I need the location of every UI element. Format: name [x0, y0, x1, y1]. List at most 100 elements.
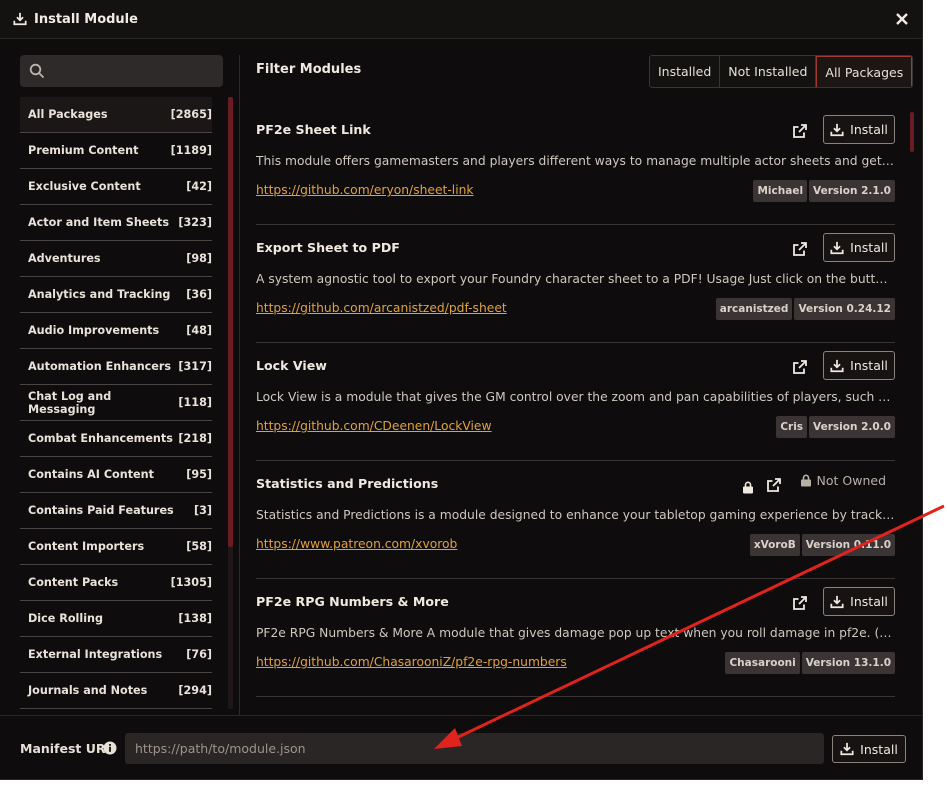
package-tags: Cris Version 2.0.0	[776, 416, 895, 438]
category-count: [2865]	[170, 108, 212, 121]
download-icon	[830, 241, 844, 254]
install-module-window: Install Module All Packages [2865] Premi…	[0, 0, 923, 780]
install-button[interactable]: Install	[823, 115, 895, 144]
author-tag: xVoroB	[749, 534, 800, 556]
package-description: Statistics and Predictions is a module d…	[256, 508, 895, 522]
author-tag: Michael	[753, 180, 808, 202]
package-item: Export Sheet to PDF Install A system agn…	[256, 225, 895, 343]
tab-installed[interactable]: Installed	[650, 56, 721, 87]
lock-icon	[743, 481, 753, 494]
version-tag: Version 13.1.0	[801, 652, 895, 674]
install-button[interactable]: Install	[823, 587, 895, 616]
category-label: Audio Improvements	[28, 324, 160, 337]
package-url[interactable]: https://github.com/arcanistzed/pdf-sheet	[256, 301, 507, 315]
package-url[interactable]: https://github.com/eryon/sheet-link	[256, 183, 474, 197]
category-count: [1189]	[170, 144, 212, 157]
category-dice-rolling[interactable]: Dice Rolling [138]	[20, 601, 212, 637]
external-link-icon[interactable]	[766, 477, 782, 493]
category-label: Contains AI Content	[28, 468, 154, 481]
download-icon	[840, 742, 854, 756]
category-count: [42]	[186, 180, 212, 193]
category-audio-improvements[interactable]: Audio Improvements [48]	[20, 313, 212, 349]
category-count: [36]	[186, 288, 212, 301]
category-content-importers[interactable]: Content Importers [58]	[20, 529, 212, 565]
lock-icon	[800, 474, 811, 487]
category-label: Journals and Notes	[28, 684, 148, 697]
close-icon[interactable]	[894, 11, 910, 27]
category-label: Content Packs	[28, 576, 119, 589]
manifest-url-input[interactable]	[125, 733, 824, 764]
category-count: [118]	[178, 396, 212, 409]
author-tag: Cris	[776, 416, 808, 438]
category-external-integrations[interactable]: External Integrations [76]	[20, 637, 212, 673]
download-icon	[13, 12, 27, 26]
version-tag: Version 0.11.0	[801, 534, 895, 556]
package-url[interactable]: https://github.com/CDeenen/LockView	[256, 419, 492, 433]
not-owned-label: Not Owned	[816, 473, 886, 488]
package-description: Lock View is a module that gives the GM …	[256, 390, 895, 404]
category-count: [95]	[186, 468, 212, 481]
category-actor-and-item-sheets[interactable]: Actor and Item Sheets [323]	[20, 205, 212, 241]
filter-title: Filter Modules	[256, 62, 362, 77]
category-count: [98]	[186, 252, 212, 265]
category-label: Contains Paid Features	[28, 504, 174, 517]
category-adventures[interactable]: Adventures [98]	[20, 241, 212, 277]
author-tag: Chasarooni	[725, 652, 800, 674]
category-journals-and-notes[interactable]: Journals and Notes [294]	[20, 673, 212, 709]
not-owned-badge: Not Owned	[800, 473, 886, 488]
category-all-packages[interactable]: All Packages [2865]	[20, 97, 212, 133]
install-button[interactable]: Install	[823, 233, 895, 262]
download-icon	[830, 359, 844, 372]
version-tag: Version 2.1.0	[809, 180, 895, 202]
scrollbar-thumb[interactable]	[910, 112, 914, 152]
main-scrollbar[interactable]	[910, 107, 914, 712]
category-exclusive-content[interactable]: Exclusive Content [42]	[20, 169, 212, 205]
install-label: Install	[850, 122, 888, 137]
category-label: Actor and Item Sheets	[28, 216, 170, 229]
divider	[239, 55, 240, 715]
category-contains-paid-features[interactable]: Contains Paid Features [3]	[20, 493, 212, 529]
category-count: [58]	[186, 540, 212, 553]
category-contains-ai-content[interactable]: Contains AI Content [95]	[20, 457, 212, 493]
version-tag: Version 2.0.0	[809, 416, 895, 438]
search-field[interactable]	[20, 55, 223, 87]
package-description: This module offers gamemasters and playe…	[256, 154, 895, 168]
package-tags: arcanistzed Version 0.24.12	[715, 298, 895, 320]
category-label: External Integrations	[28, 648, 163, 661]
category-label: Automation Enhancers	[28, 360, 172, 373]
category-chat-log-and-messaging[interactable]: Chat Log and Messaging [118]	[20, 385, 212, 421]
category-label: Chat Log and Messaging	[28, 389, 112, 416]
category-label: All Packages	[28, 108, 108, 121]
install-label: Install	[850, 358, 888, 373]
install-button[interactable]: Install	[823, 351, 895, 380]
sidebar-scrollbar[interactable]	[228, 97, 233, 709]
category-count: [48]	[186, 324, 212, 337]
scrollbar-thumb[interactable]	[228, 97, 233, 547]
search-input[interactable]	[52, 59, 216, 85]
external-link-icon[interactable]	[792, 123, 808, 139]
external-link-icon[interactable]	[792, 359, 808, 375]
package-name: PF2e Sheet Link	[256, 122, 371, 137]
package-url[interactable]: https://www.patreon.com/xvorob	[256, 537, 457, 551]
external-link-icon[interactable]	[792, 241, 808, 257]
category-premium-content[interactable]: Premium Content [1189]	[20, 133, 212, 169]
tab-all-packages[interactable]: All Packages	[816, 56, 913, 87]
category-automation-enhancers[interactable]: Automation Enhancers [317]	[20, 349, 212, 385]
window-title: Install Module	[34, 11, 138, 27]
info-icon[interactable]	[103, 741, 117, 755]
package-item: PF2e Sheet Link Install This module offe…	[256, 107, 895, 225]
category-label: Content Importers	[28, 540, 145, 553]
category-combat-enhancements[interactable]: Combat Enhancements [218]	[20, 421, 212, 457]
author-tag: arcanistzed	[715, 298, 793, 320]
package-tags: Chasarooni Version 13.1.0	[725, 652, 895, 674]
category-count: [317]	[178, 360, 212, 373]
category-list: All Packages [2865] Premium Content [118…	[20, 97, 212, 709]
tab-not-installed[interactable]: Not Installed	[720, 56, 817, 87]
category-content-packs[interactable]: Content Packs [1305]	[20, 565, 212, 601]
package-name: Lock View	[256, 358, 327, 373]
external-link-icon[interactable]	[792, 595, 808, 611]
category-analytics-and-tracking[interactable]: Analytics and Tracking [36]	[20, 277, 212, 313]
category-count: [1305]	[170, 576, 212, 589]
manifest-install-button[interactable]: Install	[832, 735, 906, 763]
package-url[interactable]: https://github.com/ChasarooniZ/pf2e-rpg-…	[256, 655, 567, 669]
